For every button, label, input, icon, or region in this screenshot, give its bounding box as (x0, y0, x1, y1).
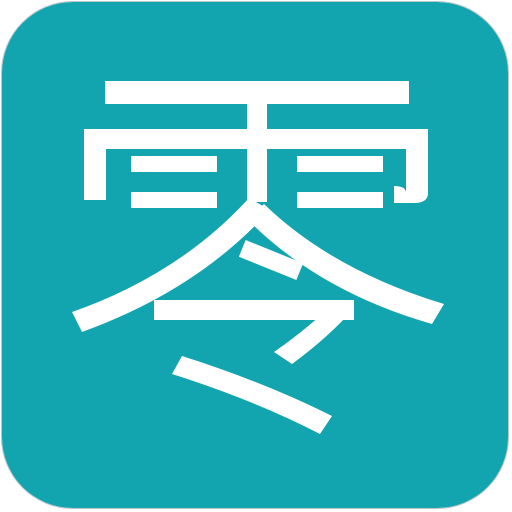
icon-canvas (0, 0, 512, 512)
ling-character-icon (2, 2, 508, 508)
app-icon-tile (1, 1, 509, 509)
